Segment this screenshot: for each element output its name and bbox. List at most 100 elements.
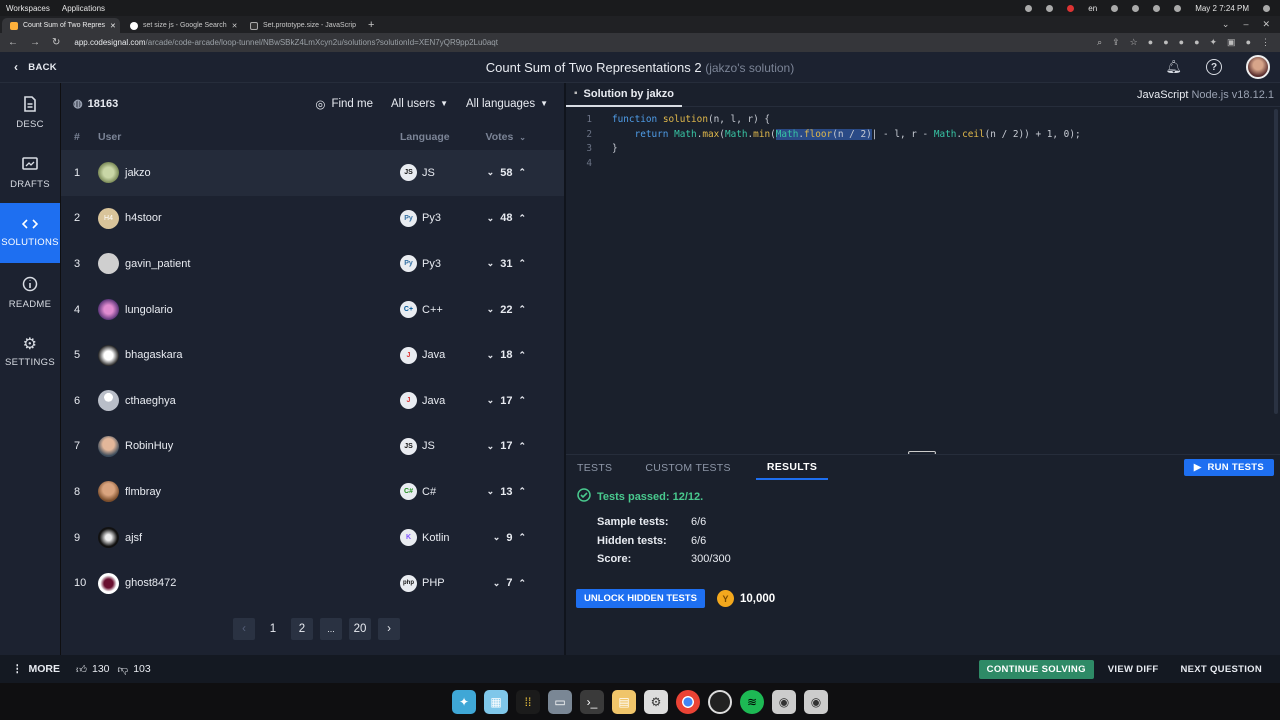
browser-tab[interactable]: Set.prototype.size - JavaScrip ✕ bbox=[242, 18, 360, 33]
sidebar-item-solutions[interactable]: SOLUTIONS bbox=[0, 203, 60, 263]
next-page-button[interactable]: › bbox=[378, 618, 400, 640]
upvote-icon[interactable]: ⌃ bbox=[518, 304, 526, 315]
page-button-2[interactable]: 2 bbox=[291, 618, 313, 640]
puzzle-icon[interactable]: ✦ bbox=[1210, 37, 1218, 48]
languages-filter-dropdown[interactable]: All languages ▼ bbox=[466, 98, 548, 110]
upvote-icon[interactable]: ⌃ bbox=[518, 395, 526, 406]
sidebar-item-drafts[interactable]: DRAFTS bbox=[0, 143, 60, 203]
clock[interactable]: May 2 7:24 PM bbox=[1195, 4, 1249, 13]
close-tab-icon[interactable]: ✕ bbox=[110, 22, 116, 30]
obs-icon[interactable] bbox=[708, 689, 732, 714]
upvote-icon[interactable]: ⌃ bbox=[518, 532, 526, 543]
tray-icon[interactable] bbox=[1174, 4, 1182, 12]
run-tests-button[interactable]: ▶ RUN TESTS bbox=[1183, 459, 1274, 476]
bookmark-star-icon[interactable]: ☆ bbox=[1130, 37, 1138, 48]
upvote-icon[interactable]: ⌃ bbox=[518, 486, 526, 497]
downvote-icon[interactable]: ⌄ bbox=[487, 350, 495, 361]
table-row[interactable]: 8 flmbray C# C# ⌄ 13 ⌃ bbox=[61, 469, 564, 515]
zoom-icon[interactable]: ⌕ bbox=[1097, 37, 1102, 48]
extension-icon[interactable]: ● bbox=[1179, 37, 1184, 48]
archive-icon[interactable]: ▤ bbox=[612, 689, 636, 714]
extension-icon[interactable]: ● bbox=[1194, 37, 1199, 48]
tab-results[interactable]: RESULTS bbox=[755, 455, 829, 480]
browser-tab[interactable]: Count Sum of Two Repres ✕ bbox=[2, 18, 120, 33]
downvote-icon[interactable]: ⌄ bbox=[493, 578, 501, 589]
column-votes[interactable]: Votes ⌄ bbox=[476, 131, 526, 143]
users-filter-dropdown[interactable]: All users ▼ bbox=[391, 98, 448, 110]
downvote-icon[interactable]: ⌄ bbox=[487, 441, 495, 452]
tab-custom-tests[interactable]: CUSTOM TESTS bbox=[623, 455, 741, 480]
power-icon[interactable] bbox=[1263, 4, 1270, 12]
downvote-icon[interactable]: ⌄ bbox=[487, 486, 495, 497]
applications-menu[interactable]: Applications bbox=[62, 4, 105, 13]
close-window-icon[interactable]: ✕ bbox=[1262, 19, 1270, 30]
table-row[interactable]: 10 ghost8472 php PHP ⌄ 7 ⌃ bbox=[61, 560, 564, 606]
address-bar[interactable]: app.codesignal.com/arcade/code-arcade/lo… bbox=[74, 38, 498, 47]
workspaces-menu[interactable]: Workspaces bbox=[6, 4, 50, 13]
table-row[interactable]: 7 RobinHuy JS JS ⌄ 17 ⌃ bbox=[61, 424, 564, 470]
tray-icon[interactable] bbox=[1025, 4, 1033, 12]
close-tab-icon[interactable]: ✕ bbox=[232, 22, 238, 30]
record-icon[interactable] bbox=[1067, 4, 1075, 12]
new-tab-icon[interactable]: + bbox=[360, 19, 382, 33]
back-button[interactable]: ‹ BACK bbox=[0, 60, 57, 74]
upvote-icon[interactable]: ⌃ bbox=[518, 213, 526, 224]
upvote-icon[interactable]: ⌃ bbox=[518, 167, 526, 178]
tray-icon[interactable] bbox=[1111, 4, 1119, 12]
spotify-icon[interactable]: ≋ bbox=[740, 689, 764, 714]
settings-app-icon[interactable]: ⚙ bbox=[644, 689, 668, 714]
sidebar-item-settings[interactable]: ⚙ SETTINGS bbox=[0, 323, 60, 383]
browser-tab[interactable]: set size js - Google Search ✕ bbox=[122, 18, 240, 33]
table-row[interactable]: 3 gavin_patient Py Py3 ⌄ 31 ⌃ bbox=[61, 241, 564, 287]
image-viewer-icon[interactable]: ▦ bbox=[484, 689, 508, 714]
sidebar-item-desc[interactable]: DESC bbox=[0, 83, 60, 143]
help-icon[interactable]: ? bbox=[1206, 59, 1222, 75]
back-arrow-icon[interactable]: ← bbox=[8, 37, 18, 48]
unlock-hidden-tests-button[interactable]: UNLOCK HIDDEN TESTS bbox=[576, 589, 705, 608]
tab-tests[interactable]: TESTS bbox=[566, 455, 623, 480]
apps-grid-icon[interactable]: ⁞⁞ bbox=[516, 689, 540, 714]
downvote-icon[interactable]: ⌄ bbox=[493, 532, 501, 543]
table-row[interactable]: 9 ajsf K Kotlin ⌄ 9 ⌃ bbox=[61, 515, 564, 561]
page-button-1[interactable]: 1 bbox=[262, 618, 284, 640]
upvote-icon[interactable]: ⌃ bbox=[518, 258, 526, 269]
prev-page-button[interactable]: ‹ bbox=[233, 618, 255, 640]
downvote-icon[interactable]: ⌄ bbox=[487, 258, 495, 269]
app-icon[interactable]: ◉ bbox=[804, 689, 828, 714]
more-button[interactable]: ⋮ MORE bbox=[12, 663, 60, 675]
app-icon[interactable]: ◉ bbox=[772, 689, 796, 714]
forward-arrow-icon[interactable]: → bbox=[30, 37, 40, 48]
dislike-button[interactable]: 👎︎ 103 bbox=[118, 663, 151, 676]
app-launcher-icon[interactable]: ✦ bbox=[452, 689, 476, 714]
tab-solution[interactable]: ▪ Solution by jakzo bbox=[566, 83, 682, 107]
bell-icon[interactable]: 🔔︎ bbox=[1165, 59, 1182, 75]
minimize-icon[interactable]: – bbox=[1243, 19, 1248, 30]
extension-icon[interactable]: ● bbox=[1148, 37, 1153, 48]
find-me-button[interactable]: ◎ Find me bbox=[315, 97, 373, 111]
profile-icon[interactable]: ● bbox=[1246, 37, 1251, 48]
folder-icon[interactable]: ▭ bbox=[548, 689, 572, 714]
like-button[interactable]: 👍︎ 130 bbox=[76, 663, 110, 676]
page-button-20[interactable]: 20 bbox=[349, 618, 371, 640]
share-icon[interactable]: ⇪ bbox=[1112, 37, 1120, 48]
table-row[interactable]: 5 bhagaskara J Java ⌄ 18 ⌃ bbox=[61, 332, 564, 378]
upvote-icon[interactable]: ⌃ bbox=[518, 350, 526, 361]
view-diff-button[interactable]: VIEW DIFF bbox=[1100, 664, 1167, 675]
reload-icon[interactable]: ↻ bbox=[52, 37, 60, 48]
table-row[interactable]: 2 H4 h4stoor Py Py3 ⌄ 48 ⌃ bbox=[61, 196, 564, 242]
avatar[interactable] bbox=[1246, 55, 1270, 79]
downvote-icon[interactable]: ⌄ bbox=[487, 304, 495, 315]
table-row[interactable]: 4 lungolario C+ C++ ⌄ 22 ⌃ bbox=[61, 287, 564, 333]
next-question-button[interactable]: NEXT QUESTION bbox=[1173, 664, 1271, 675]
table-row[interactable]: 6 cthaeghya J Java ⌄ 17 ⌃ bbox=[61, 378, 564, 424]
downvote-icon[interactable]: ⌄ bbox=[487, 395, 495, 406]
chrome-icon[interactable] bbox=[676, 689, 700, 714]
sidebar-item-readme[interactable]: README bbox=[0, 263, 60, 323]
chevron-down-icon[interactable]: ⌄ bbox=[1222, 19, 1230, 30]
kebab-menu-icon[interactable]: ⋮ bbox=[1261, 37, 1270, 48]
tray-icon[interactable] bbox=[1132, 4, 1140, 12]
terminal-icon[interactable]: ›_ bbox=[580, 689, 604, 714]
sidepanel-icon[interactable]: ▣ bbox=[1227, 37, 1236, 48]
continue-solving-button[interactable]: CONTINUE SOLVING bbox=[978, 659, 1094, 679]
tray-icon[interactable] bbox=[1046, 4, 1054, 12]
